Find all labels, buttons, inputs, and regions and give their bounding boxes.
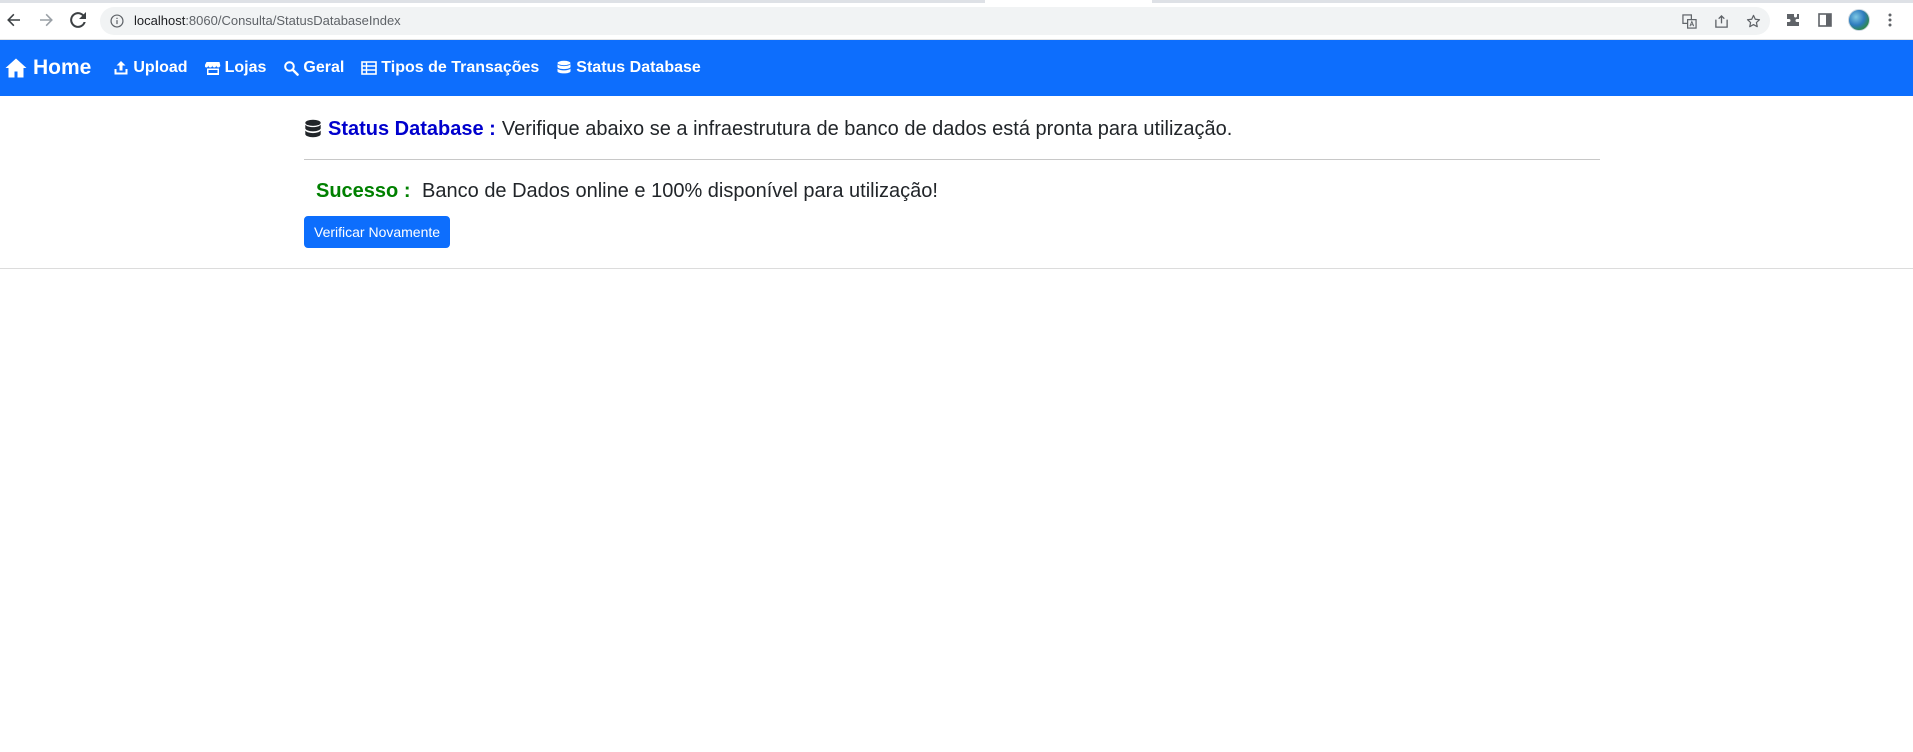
forward-button[interactable]	[35, 9, 57, 31]
status-message: Sucesso : Banco de Dados online e 100% d…	[316, 180, 1600, 203]
nav-links: Upload Lojas Geral Tipos de Transações S…	[113, 59, 717, 77]
url-path: :8060/Consulta/StatusDatabaseIndex	[185, 13, 401, 28]
content-bottom-rule	[0, 268, 1913, 269]
page-heading: Status Database : Verifique abaixo se a …	[304, 118, 1600, 141]
nav-link-upload[interactable]: Upload	[113, 59, 188, 77]
url-text[interactable]: localhost:8060/Consulta/StatusDatabaseIn…	[134, 13, 401, 28]
nav-link-lojas[interactable]: Lojas	[204, 59, 267, 77]
nav-link-geral[interactable]: Geral	[283, 59, 344, 77]
extensions-button[interactable]	[1783, 10, 1803, 30]
arrow-left-icon	[7, 13, 20, 27]
table-icon	[361, 61, 378, 75]
reload-icon	[70, 12, 86, 28]
home-link-label: Home	[33, 56, 92, 79]
address-bar[interactable]: localhost:8060/Consulta/StatusDatabaseIn…	[100, 7, 1770, 35]
upload-icon	[114, 61, 128, 75]
divider	[304, 159, 1600, 160]
nav-link-label: Geral	[303, 59, 345, 76]
profile-avatar[interactable]	[1848, 9, 1870, 31]
translate-button[interactable]	[1680, 12, 1698, 30]
store-icon	[204, 62, 220, 75]
bookmark-button[interactable]	[1744, 12, 1762, 30]
main-content: Status Database : Verifique abaixo se a …	[304, 96, 1600, 248]
browser-toolbar: localhost:8060/Consulta/StatusDatabaseIn…	[0, 0, 1913, 40]
reload-button[interactable]	[67, 9, 89, 31]
tab-strip	[0, 0, 985, 3]
arrow-right-icon	[40, 13, 53, 27]
info-icon[interactable]	[110, 14, 124, 28]
main-navbar: Home Upload Lojas Geral Tipos de Transaç…	[0, 40, 1913, 96]
nav-link-status-database[interactable]: Status Database	[556, 59, 701, 77]
nav-link-tipos-de-transacoes[interactable]: Tipos de Transações	[361, 59, 539, 77]
kebab-menu-icon	[1888, 13, 1892, 27]
back-button[interactable]	[3, 9, 25, 31]
home-link[interactable]: Home	[4, 56, 91, 80]
share-button[interactable]	[1712, 12, 1730, 30]
database-icon	[305, 119, 321, 137]
nav-link-label: Lojas	[224, 59, 267, 76]
nav-link-label: Tipos de Transações	[381, 59, 540, 76]
side-panel-icon	[1818, 13, 1832, 27]
star-icon	[1746, 14, 1760, 27]
nav-link-label: Status Database	[576, 59, 701, 76]
home-icon	[5, 58, 27, 78]
page-title: Status Database :	[328, 118, 496, 140]
tab-strip-right	[1152, 0, 1913, 3]
database-icon	[557, 60, 571, 74]
share-icon	[1714, 14, 1728, 28]
puzzle-icon	[1787, 14, 1799, 26]
page-description: Verifique abaixo se a infraestrutura de …	[501, 118, 1233, 140]
verify-again-button[interactable]: Verificar Novamente	[304, 216, 451, 248]
status-text: Banco de Dados online e 100% disponível …	[422, 180, 938, 202]
status-label: Sucesso :	[316, 180, 411, 202]
nav-link-label: Upload	[133, 59, 188, 76]
menu-button[interactable]	[1880, 10, 1900, 30]
translate-icon	[1681, 13, 1697, 29]
search-icon	[284, 61, 300, 76]
side-panel-button[interactable]	[1815, 10, 1835, 30]
url-host: localhost	[134, 13, 186, 28]
